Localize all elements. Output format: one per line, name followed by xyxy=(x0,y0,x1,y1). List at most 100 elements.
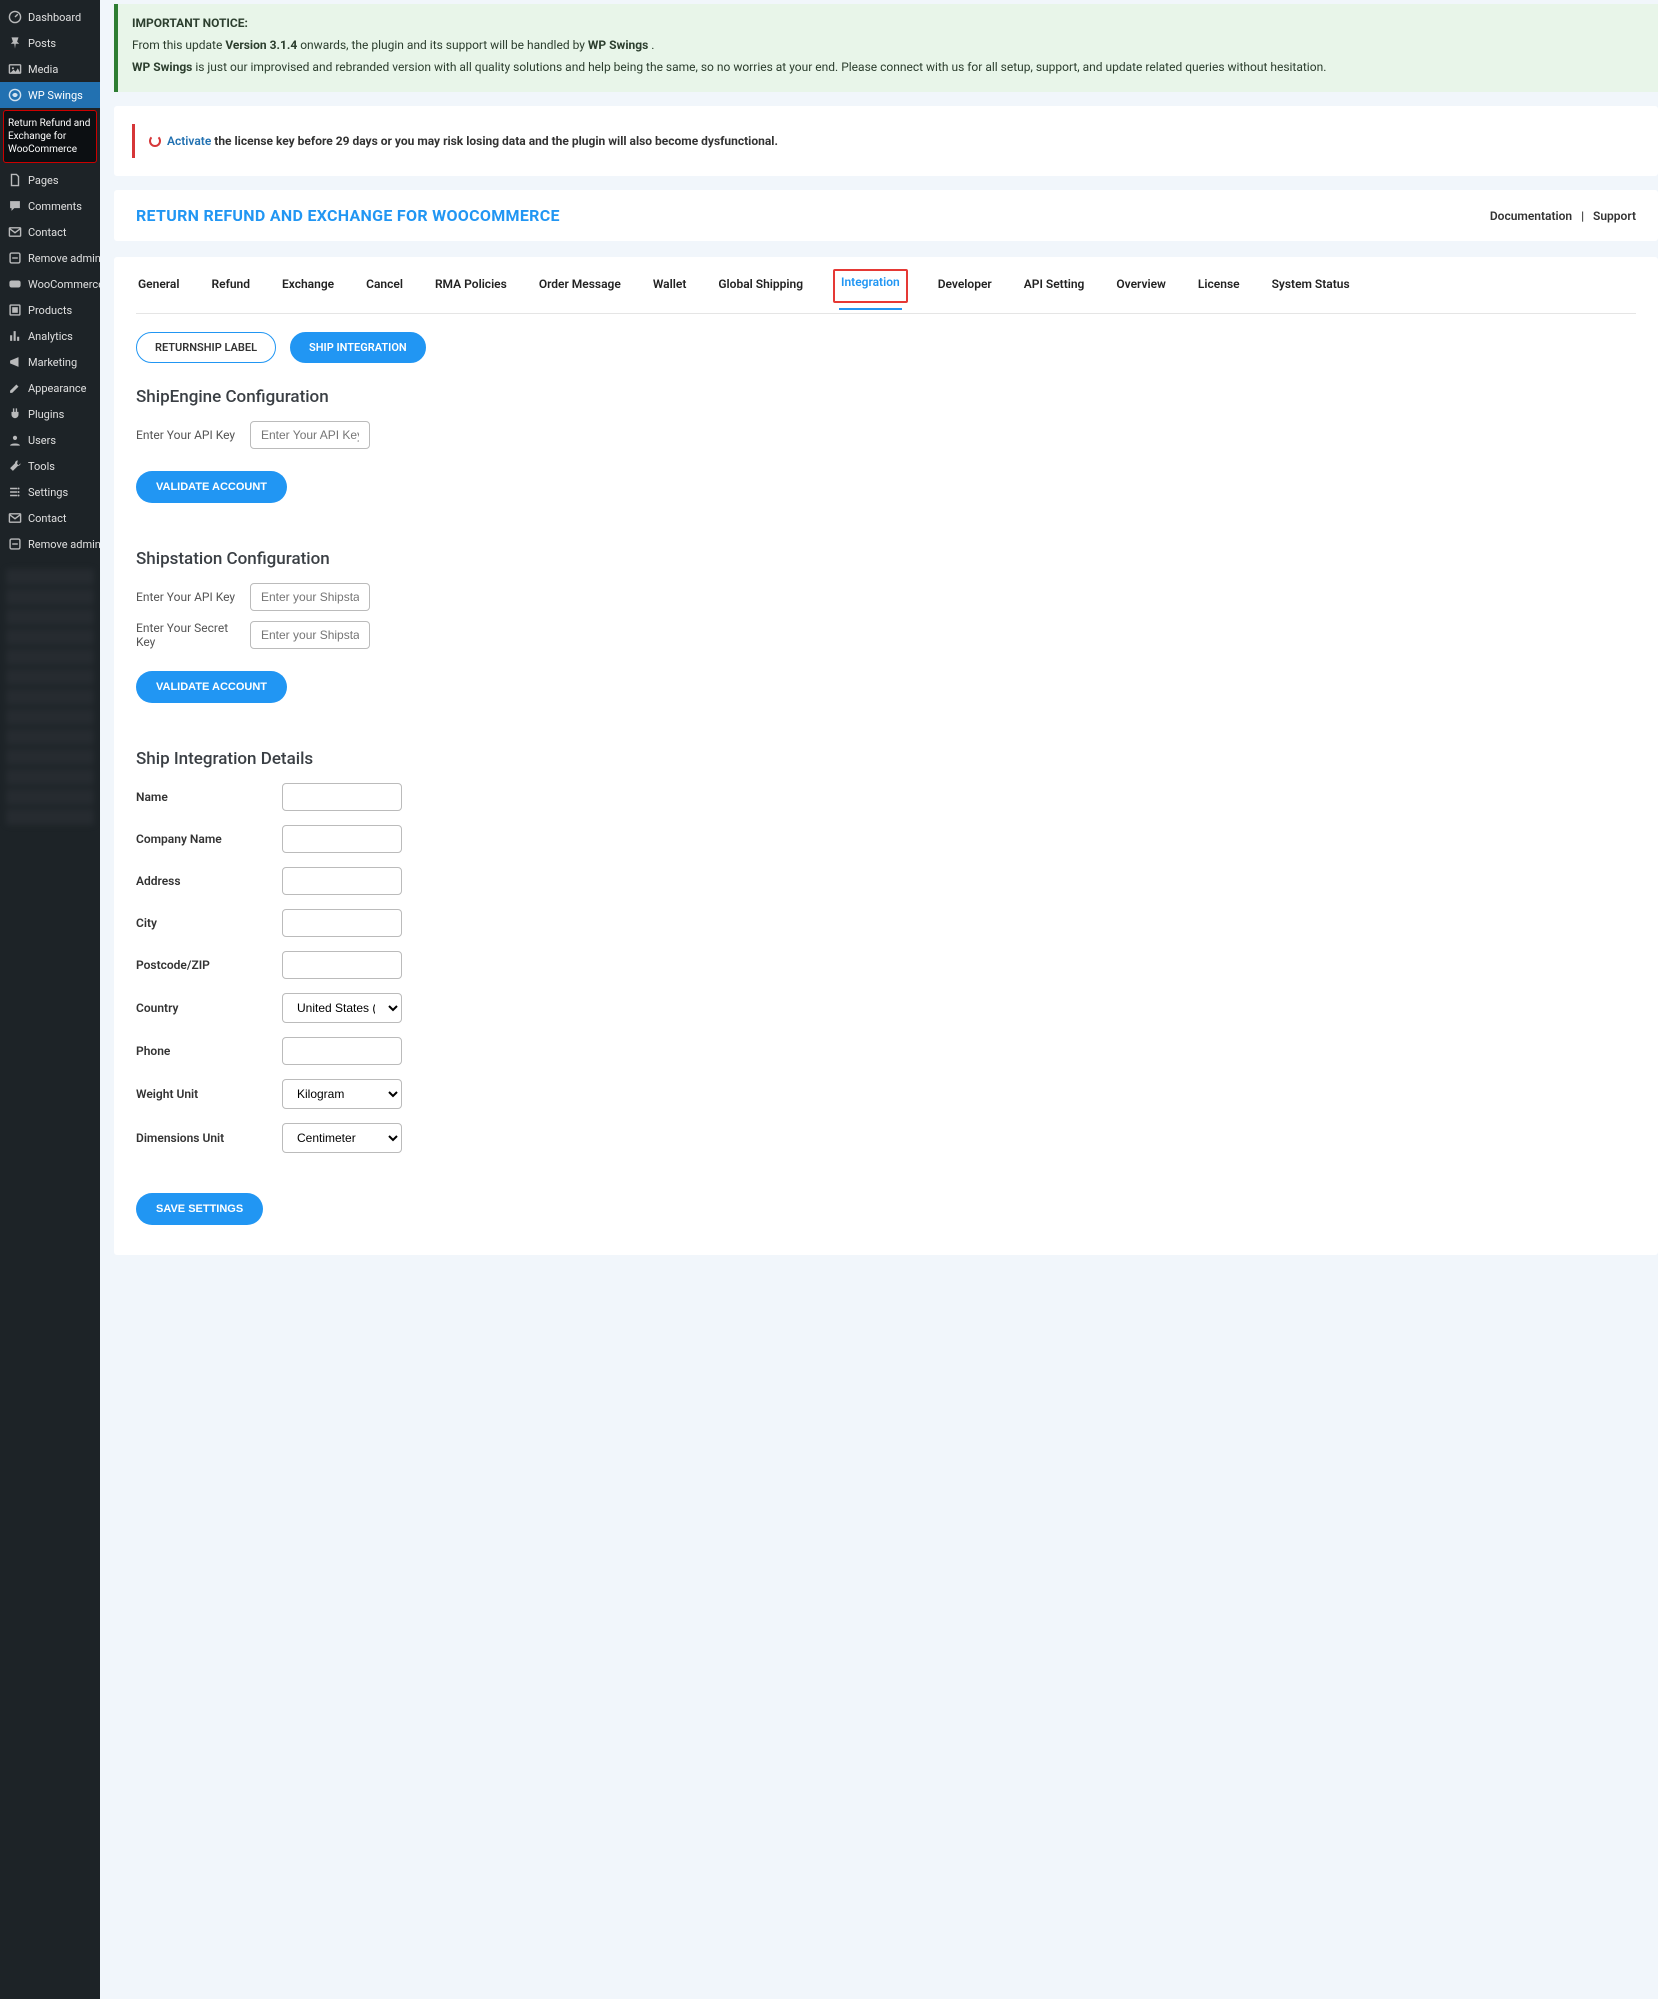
sidebar-item-users[interactable]: Users xyxy=(0,427,100,453)
swings-icon xyxy=(8,88,22,102)
remove-icon xyxy=(8,251,22,265)
sidebar-item-tools[interactable]: Tools xyxy=(0,453,100,479)
sidebar-item-comments[interactable]: Comments xyxy=(0,193,100,219)
details-input-country[interactable]: United States (US) xyxy=(282,993,402,1023)
details-input-company-name[interactable] xyxy=(282,825,402,853)
sidebar-item-label: Dashboard xyxy=(28,11,81,24)
sidebar-item-analytics[interactable]: Analytics xyxy=(0,323,100,349)
tab-general[interactable]: General xyxy=(136,273,181,303)
sidebar-item-plugins[interactable]: Plugins xyxy=(0,401,100,427)
tab-system-status[interactable]: System Status xyxy=(1270,273,1352,303)
tab-global-shipping[interactable]: Global Shipping xyxy=(716,273,805,303)
mail-icon xyxy=(8,511,22,525)
details-row-company-name: Company Name xyxy=(136,825,1636,853)
details-label: Dimensions Unit xyxy=(136,1131,266,1145)
sidebar-item-settings[interactable]: Settings xyxy=(0,479,100,505)
sidebar-item-woocommerce[interactable]: WooCommerce xyxy=(0,271,100,297)
sidebar-item-label: Settings xyxy=(28,486,68,499)
sidebar-item-contact[interactable]: Contact xyxy=(0,505,100,531)
tab-integration[interactable]: Integration xyxy=(839,271,902,299)
notice-brand: WP Swings xyxy=(588,38,648,52)
tab-cancel[interactable]: Cancel xyxy=(364,273,405,303)
sidebar-item-dashboard[interactable]: Dashboard xyxy=(0,4,100,30)
sidebar-blurred-section xyxy=(0,557,100,837)
validate-shipstation-button[interactable]: VALIDATE ACCOUNT xyxy=(136,671,287,703)
details-row-name: Name xyxy=(136,783,1636,811)
tools-icon xyxy=(8,459,22,473)
activate-link[interactable]: Activate xyxy=(167,134,211,148)
sidebar-item-label: Pages xyxy=(28,174,59,187)
details-label: Address xyxy=(136,874,266,888)
details-label: Phone xyxy=(136,1044,266,1058)
validate-shipengine-button[interactable]: VALIDATE ACCOUNT xyxy=(136,471,287,503)
sidebar-item-appearance[interactable]: Appearance xyxy=(0,375,100,401)
sidebar-item-remove-admin-menus-by-role[interactable]: Remove admin menus by role xyxy=(0,531,100,557)
dashboard-icon xyxy=(8,10,22,24)
sidebar-item-posts[interactable]: Posts xyxy=(0,30,100,56)
documentation-link[interactable]: Documentation xyxy=(1490,209,1572,223)
subtab-ship-integration[interactable]: SHIP INTEGRATION xyxy=(290,332,426,363)
details-input-postcode-zip[interactable] xyxy=(282,951,402,979)
tab-exchange[interactable]: Exchange xyxy=(280,273,336,303)
important-notice-banner: IMPORTANT NOTICE: From this update Versi… xyxy=(114,4,1658,92)
sidebar-item-products[interactable]: Products xyxy=(0,297,100,323)
license-message: Activate the license key before 29 days … xyxy=(132,124,1640,158)
appearance-icon xyxy=(8,381,22,395)
sidebar-item-wp-swings[interactable]: WP Swings xyxy=(0,82,100,108)
sidebar-item-label: Contact xyxy=(28,226,66,239)
sidebar-item-contact[interactable]: Contact xyxy=(0,219,100,245)
details-input-dimensions-unit[interactable]: Centimeter xyxy=(282,1123,402,1153)
media-icon xyxy=(8,62,22,76)
plugins-icon xyxy=(8,407,22,421)
tab-license[interactable]: License xyxy=(1196,273,1242,303)
input-shipstation-api[interactable] xyxy=(250,583,370,611)
details-input-city[interactable] xyxy=(282,909,402,937)
section-shipengine-title: ShipEngine Configuration xyxy=(136,387,1636,407)
notice-text: onwards, the plugin and its support will… xyxy=(300,38,588,52)
notice-text: is just our improvised and rebranded ver… xyxy=(195,60,1326,74)
license-activation-card: Activate the license key before 29 days … xyxy=(114,106,1658,176)
analytics-icon xyxy=(8,329,22,343)
support-link[interactable]: Support xyxy=(1593,209,1636,223)
input-shipstation-secret[interactable] xyxy=(250,621,370,649)
tab-refund[interactable]: Refund xyxy=(209,273,252,303)
plugin-title: RETURN REFUND AND EXCHANGE FOR WOOCOMMER… xyxy=(136,206,560,225)
notice-text: . xyxy=(651,38,654,52)
comment-icon xyxy=(8,199,22,213)
header-links: Documentation | Support xyxy=(1490,209,1636,223)
tab-order-message[interactable]: Order Message xyxy=(537,273,623,303)
details-input-address[interactable] xyxy=(282,867,402,895)
tab-integration-highlight: Integration xyxy=(833,269,908,303)
details-label: Company Name xyxy=(136,832,266,846)
details-row-city: City xyxy=(136,909,1636,937)
details-label: Postcode/ZIP xyxy=(136,958,266,972)
tab-wallet[interactable]: Wallet xyxy=(651,273,689,303)
tab-overview[interactable]: Overview xyxy=(1114,273,1168,303)
sidebar-item-pages[interactable]: Pages xyxy=(0,167,100,193)
sidebar-item-marketing[interactable]: Marketing xyxy=(0,349,100,375)
sidebar-item-label: Plugins xyxy=(28,408,64,421)
sidebar-subitem-rma[interactable]: Return Refund and Exchange for WooCommer… xyxy=(3,110,97,163)
tab-rma-policies[interactable]: RMA Policies xyxy=(433,273,509,303)
input-shipengine-api[interactable] xyxy=(250,421,370,449)
remove-icon xyxy=(8,537,22,551)
sidebar-item-label: Comments xyxy=(28,200,82,213)
save-settings-button[interactable]: SAVE SETTINGS xyxy=(136,1193,263,1225)
notice-text: From this update xyxy=(132,38,225,52)
sidebar-item-label: Analytics xyxy=(28,330,73,343)
sidebar-item-media[interactable]: Media xyxy=(0,56,100,82)
tab-row: General Refund Exchange Cancel RMA Policies O… xyxy=(136,257,1636,314)
sidebar-item-label: WP Swings xyxy=(28,89,83,102)
sidebar-item-remove-admin-menus-by-role[interactable]: Remove admin menus by role xyxy=(0,245,100,271)
details-input-name[interactable] xyxy=(282,783,402,811)
notice-brand: WP Swings xyxy=(132,60,192,74)
details-row-postcode-zip: Postcode/ZIP xyxy=(136,951,1636,979)
sidebar-item-label: Tools xyxy=(28,460,55,473)
label-shipstation-api: Enter Your API Key xyxy=(136,590,236,604)
spinner-icon xyxy=(149,135,161,147)
details-input-weight-unit[interactable]: Kilogram xyxy=(282,1079,402,1109)
tab-developer[interactable]: Developer xyxy=(936,273,994,303)
details-input-phone[interactable] xyxy=(282,1037,402,1065)
subtab-returnship-label[interactable]: RETURNSHIP LABEL xyxy=(136,332,276,363)
tab-api-setting[interactable]: API Setting xyxy=(1022,273,1087,303)
